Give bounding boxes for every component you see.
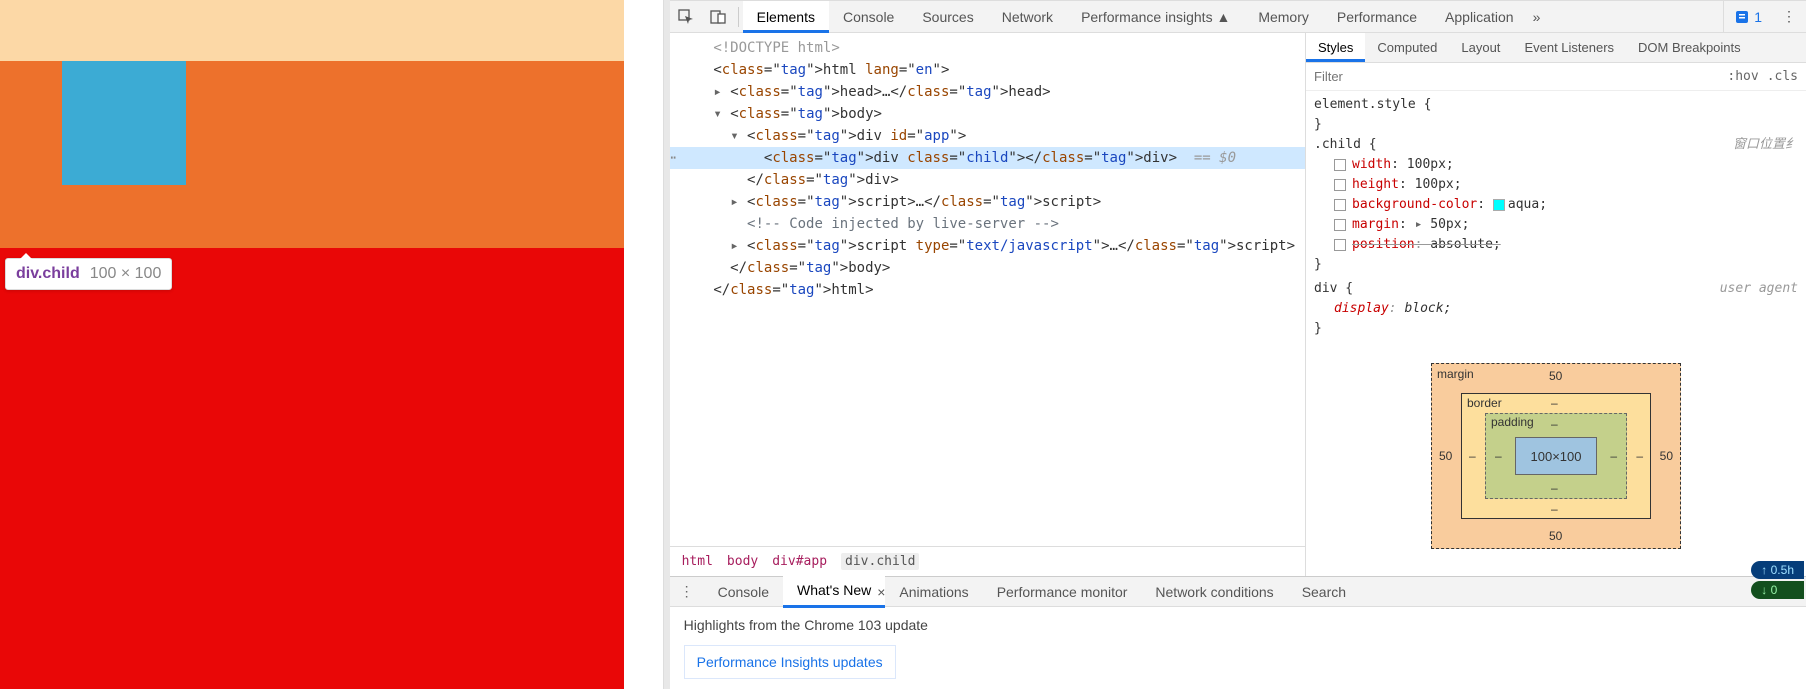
- dom-line[interactable]: <!DOCTYPE html>: [670, 37, 1305, 59]
- dom-line[interactable]: </class="tag">html>: [670, 279, 1305, 301]
- styles-tab-event[interactable]: Event Listeners: [1512, 33, 1626, 62]
- cls-toggle[interactable]: .cls: [1767, 69, 1798, 84]
- tooltip-dimensions: 100 × 100: [90, 265, 162, 283]
- devtools-drawer: ⋮ ConsoleWhat's New×AnimationsPerformanc…: [670, 576, 1806, 689]
- body-overlay: [0, 248, 624, 689]
- drawer-tab-search[interactable]: Search: [1288, 577, 1360, 607]
- tabs-overflow-icon[interactable]: »: [1528, 8, 1546, 26]
- styles-tab-layout[interactable]: Layout: [1449, 33, 1512, 62]
- styles-tab-computed[interactable]: Computed: [1365, 33, 1449, 62]
- dom-line[interactable]: <!-- Code injected by live-server -->: [670, 213, 1305, 235]
- css-decl[interactable]: position: absolute;: [1314, 235, 1798, 255]
- css-decl[interactable]: width: 100px;: [1314, 155, 1798, 175]
- dom-line[interactable]: ▾ <class="tag">div id="app">: [670, 125, 1305, 147]
- elements-panel: <!DOCTYPE html> <class="tag">html lang="…: [670, 33, 1306, 576]
- dom-tree[interactable]: <!DOCTYPE html> <class="tag">html lang="…: [670, 33, 1305, 546]
- box-model[interactable]: 100×100 margin border padding 50 50 50 5…: [1306, 343, 1806, 555]
- margin-overlay: [0, 0, 624, 61]
- styles-tab-dom[interactable]: DOM Breakpoints: [1626, 33, 1753, 62]
- tab-performance[interactable]: Performance: [1323, 1, 1431, 33]
- devtools-panel: ElementsConsoleSourcesNetworkPerformance…: [670, 0, 1806, 689]
- tab-application[interactable]: Application: [1431, 1, 1528, 33]
- tab-sources[interactable]: Sources: [908, 1, 987, 33]
- devtools-tabstrip: ElementsConsoleSourcesNetworkPerformance…: [670, 1, 1806, 33]
- close-icon[interactable]: ×: [877, 584, 885, 600]
- breadcrumb-item[interactable]: div#app: [772, 554, 827, 569]
- styles-pane: StylesComputedLayoutEvent ListenersDOM B…: [1306, 33, 1806, 576]
- drawer-tab-animations[interactable]: Animations: [885, 577, 982, 607]
- breadcrumb-item[interactable]: div.child: [841, 553, 919, 570]
- css-rules[interactable]: element.style { } .child { 窗口位置纟 width: …: [1306, 91, 1806, 343]
- dom-line[interactable]: ▸ <class="tag">head>…</class="tag">head>: [670, 81, 1305, 103]
- whats-new-headline: Highlights from the Chrome 103 update: [684, 617, 1792, 633]
- styles-tabstrip: StylesComputedLayoutEvent ListenersDOM B…: [1306, 33, 1806, 63]
- drawer-tab-network-conditions[interactable]: Network conditions: [1141, 577, 1287, 607]
- styles-filter-input[interactable]: [1314, 69, 1719, 84]
- styles-tab-styles[interactable]: Styles: [1306, 33, 1365, 62]
- tab-console[interactable]: Console: [829, 1, 908, 33]
- dom-line[interactable]: ▾ <class="tag">body>: [670, 103, 1305, 125]
- issues-counter[interactable]: 1: [1723, 1, 1772, 33]
- css-decl[interactable]: height: 100px;: [1314, 175, 1798, 195]
- rendered-page: div.child 100 × 100: [0, 0, 540, 689]
- tooltip-selector: div.child: [16, 265, 80, 283]
- child-element[interactable]: [62, 61, 186, 185]
- drawer-tab-performance-monitor[interactable]: Performance monitor: [983, 577, 1142, 607]
- inspect-element-icon[interactable]: [670, 1, 702, 33]
- dom-line[interactable]: </class="tag">body>: [670, 257, 1305, 279]
- dom-line[interactable]: <class="tag">html lang="en">: [670, 59, 1305, 81]
- tab-memory[interactable]: Memory: [1244, 1, 1323, 33]
- drawer-tab-console[interactable]: Console: [704, 577, 783, 607]
- tab-elements[interactable]: Elements: [743, 1, 829, 33]
- device-toolbar-icon[interactable]: [702, 1, 734, 33]
- dom-line[interactable]: ▸ <class="tag">script>…</class="tag">scr…: [670, 191, 1305, 213]
- tab-network[interactable]: Network: [988, 1, 1067, 33]
- drawer-menu-icon[interactable]: ⋮: [670, 583, 704, 600]
- breadcrumb[interactable]: html body div#app div.child: [670, 546, 1305, 576]
- breadcrumb-item[interactable]: html: [682, 554, 713, 569]
- tab-performance[interactable]: Performance insights ▲: [1067, 1, 1244, 33]
- css-decl[interactable]: margin: ▸ 50px;: [1314, 215, 1798, 235]
- devtools-menu-icon[interactable]: ⋮: [1772, 8, 1806, 25]
- styles-filter-row: :hov .cls: [1306, 63, 1806, 91]
- dom-line[interactable]: </class="tag">div>: [670, 169, 1305, 191]
- hov-toggle[interactable]: :hov: [1727, 69, 1758, 84]
- whats-new-card[interactable]: Performance Insights updates: [684, 645, 896, 679]
- perf-pill: ↑ 0.5h ↓ 0: [1751, 561, 1804, 599]
- breadcrumb-item[interactable]: body: [727, 554, 758, 569]
- dom-line[interactable]: <class="tag">div class="child"></class="…: [670, 147, 1305, 169]
- inspect-tooltip: div.child 100 × 100: [5, 258, 172, 290]
- drawer-tabstrip: ⋮ ConsoleWhat's New×AnimationsPerformanc…: [670, 577, 1806, 607]
- dom-line[interactable]: ▸ <class="tag">script type="text/javascr…: [670, 235, 1305, 257]
- drawer-tab-what-s-new[interactable]: What's New: [783, 575, 885, 608]
- css-decl[interactable]: background-color: aqua;: [1314, 195, 1798, 215]
